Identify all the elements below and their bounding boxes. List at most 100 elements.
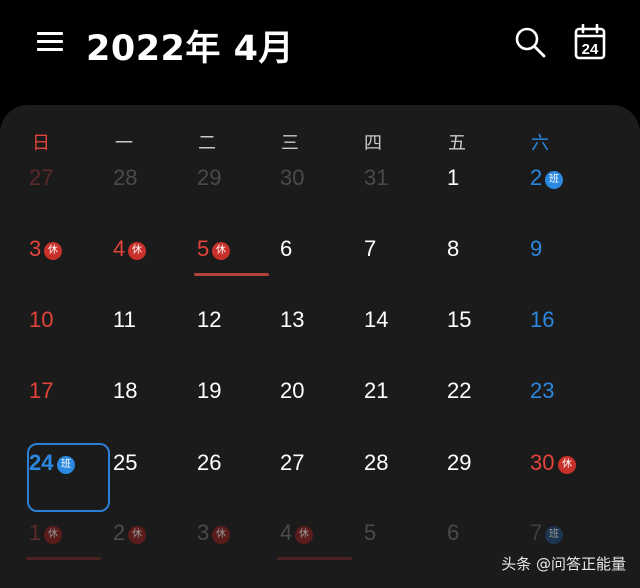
holiday-underline bbox=[26, 557, 101, 560]
calendar-day[interactable]: 30 bbox=[280, 165, 356, 215]
calendar-today-icon[interactable]: 24 bbox=[574, 23, 606, 60]
holiday-badge: 休 bbox=[212, 242, 230, 260]
day-number: 3 bbox=[197, 520, 210, 545]
calendar-day[interactable]: 27 bbox=[29, 165, 105, 215]
calendar-day[interactable]: 1 bbox=[447, 165, 523, 215]
calendar-day[interactable]: 28 bbox=[113, 165, 189, 215]
calendar-day[interactable]: 15 bbox=[447, 307, 523, 357]
calendar-day[interactable]: 17 bbox=[29, 378, 105, 428]
holiday-underline bbox=[194, 273, 269, 276]
day-number: 20 bbox=[280, 378, 305, 403]
weekday-label: 二 bbox=[198, 133, 216, 154]
calendar-day[interactable]: 3休 bbox=[197, 520, 273, 570]
day-number: 29 bbox=[447, 450, 472, 475]
day-number: 18 bbox=[113, 378, 138, 403]
calendar-day[interactable]: 14 bbox=[364, 307, 440, 357]
calendar-day[interactable]: 5 bbox=[364, 520, 440, 570]
weekday-label: 五 bbox=[448, 133, 466, 154]
day-number: 28 bbox=[113, 165, 138, 190]
calendar-day[interactable]: 29 bbox=[197, 165, 273, 215]
day-number: 2 bbox=[530, 165, 543, 190]
calendar-day[interactable]: 7 bbox=[364, 236, 440, 286]
app-header: 2022年 4月 24 bbox=[0, 0, 640, 90]
today-icon-day: 24 bbox=[582, 41, 599, 58]
calendar-day[interactable]: 30 休 bbox=[530, 450, 606, 500]
calendar-day[interactable]: 19 bbox=[197, 378, 273, 428]
holiday-badge: 休 bbox=[44, 526, 62, 544]
calendar-day[interactable]: 2班 bbox=[530, 165, 606, 215]
holiday-badge: 休 bbox=[295, 526, 313, 544]
holiday-badge: 休 bbox=[212, 526, 230, 544]
calendar-day[interactable]: 20 bbox=[280, 378, 356, 428]
day-number: 12 bbox=[197, 307, 222, 332]
calendar-day[interactable]: 22 bbox=[447, 378, 523, 428]
calendar-day[interactable]: 21 bbox=[364, 378, 440, 428]
calendar-day[interactable]: 31 bbox=[364, 165, 440, 215]
day-number: 29 bbox=[197, 165, 222, 190]
calendar-day[interactable]: 4休 bbox=[277, 520, 356, 570]
calendar-day[interactable]: 25 bbox=[113, 450, 189, 500]
calendar-day[interactable]: 9 bbox=[530, 236, 606, 286]
day-number: 21 bbox=[364, 378, 389, 403]
calendar-day[interactable]: 28 bbox=[364, 450, 440, 500]
day-number: 5 bbox=[197, 236, 210, 261]
day-number: 5 bbox=[364, 520, 377, 545]
calendar-day[interactable]: 2休 bbox=[113, 520, 189, 570]
day-number: 9 bbox=[530, 236, 543, 261]
calendar-day[interactable]: 27 bbox=[280, 450, 356, 500]
calendar-day[interactable]: 1休 bbox=[26, 520, 105, 570]
day-number: 27 bbox=[29, 165, 54, 190]
calendar-day[interactable]: 18 bbox=[113, 378, 189, 428]
holiday-badge: 休 bbox=[128, 526, 146, 544]
calendar-day[interactable]: 23 bbox=[530, 378, 606, 428]
calendar-panel: 日一二三四五六 27 28 29 30 31 1 2 班 3 休 4 休 5 休 6 7 8 9 10 11 12 13 1… bbox=[0, 105, 640, 588]
day-number: 30 bbox=[530, 450, 555, 475]
day-number: 25 bbox=[113, 450, 138, 475]
day-number: 22 bbox=[447, 378, 472, 403]
weekday-label: 日 bbox=[32, 133, 50, 154]
calendar-day[interactable]: 13 bbox=[280, 307, 356, 357]
holiday-badge: 休 bbox=[558, 456, 576, 474]
search-icon[interactable] bbox=[514, 26, 548, 60]
calendar-day[interactable]: 3休 bbox=[29, 236, 105, 286]
workday-badge: 班 bbox=[545, 526, 563, 544]
selected-day-highlight bbox=[27, 443, 110, 512]
day-number: 7 bbox=[530, 520, 543, 545]
page-title[interactable]: 2022年 4月 bbox=[86, 20, 294, 71]
menu-icon[interactable] bbox=[37, 30, 63, 54]
day-number: 23 bbox=[530, 378, 555, 403]
calendar-day[interactable]: 26 bbox=[197, 450, 273, 500]
weekday-label: 三 bbox=[281, 133, 299, 154]
calendar-day[interactable]: 6 bbox=[280, 236, 356, 286]
day-number: 19 bbox=[197, 378, 222, 403]
day-number: 27 bbox=[280, 450, 305, 475]
day-number: 14 bbox=[364, 307, 389, 332]
calendar-day[interactable]: 5休 bbox=[194, 236, 273, 286]
day-number: 11 bbox=[113, 307, 136, 332]
day-number: 3 bbox=[29, 236, 42, 261]
calendar-day[interactable]: 16 bbox=[530, 307, 606, 357]
day-number: 6 bbox=[447, 520, 460, 545]
holiday-badge: 休 bbox=[44, 242, 62, 260]
day-number: 4 bbox=[280, 520, 293, 545]
calendar-day[interactable]: 11 bbox=[113, 307, 189, 357]
calendar-day[interactable]: 10 bbox=[29, 307, 105, 357]
workday-badge: 班 bbox=[545, 171, 563, 189]
day-number: 7 bbox=[364, 236, 377, 261]
day-number: 6 bbox=[280, 236, 293, 261]
day-number: 16 bbox=[530, 307, 555, 332]
day-number: 4 bbox=[113, 236, 126, 261]
day-number: 17 bbox=[29, 378, 54, 403]
day-number: 1 bbox=[447, 165, 460, 190]
calendar-day[interactable]: 4休 bbox=[113, 236, 189, 286]
weekday-label: 四 bbox=[364, 133, 382, 154]
calendar-day[interactable]: 29 bbox=[447, 450, 523, 500]
day-number: 10 bbox=[29, 307, 54, 332]
day-number: 1 bbox=[29, 520, 42, 545]
weekday-label: 一 bbox=[115, 133, 133, 154]
calendar-day[interactable]: 8 bbox=[447, 236, 523, 286]
calendar-day[interactable]: 12 bbox=[197, 307, 273, 357]
holiday-badge: 休 bbox=[128, 242, 146, 260]
watermark: 头条 @问答正能量 bbox=[501, 555, 626, 573]
day-number: 26 bbox=[197, 450, 222, 475]
